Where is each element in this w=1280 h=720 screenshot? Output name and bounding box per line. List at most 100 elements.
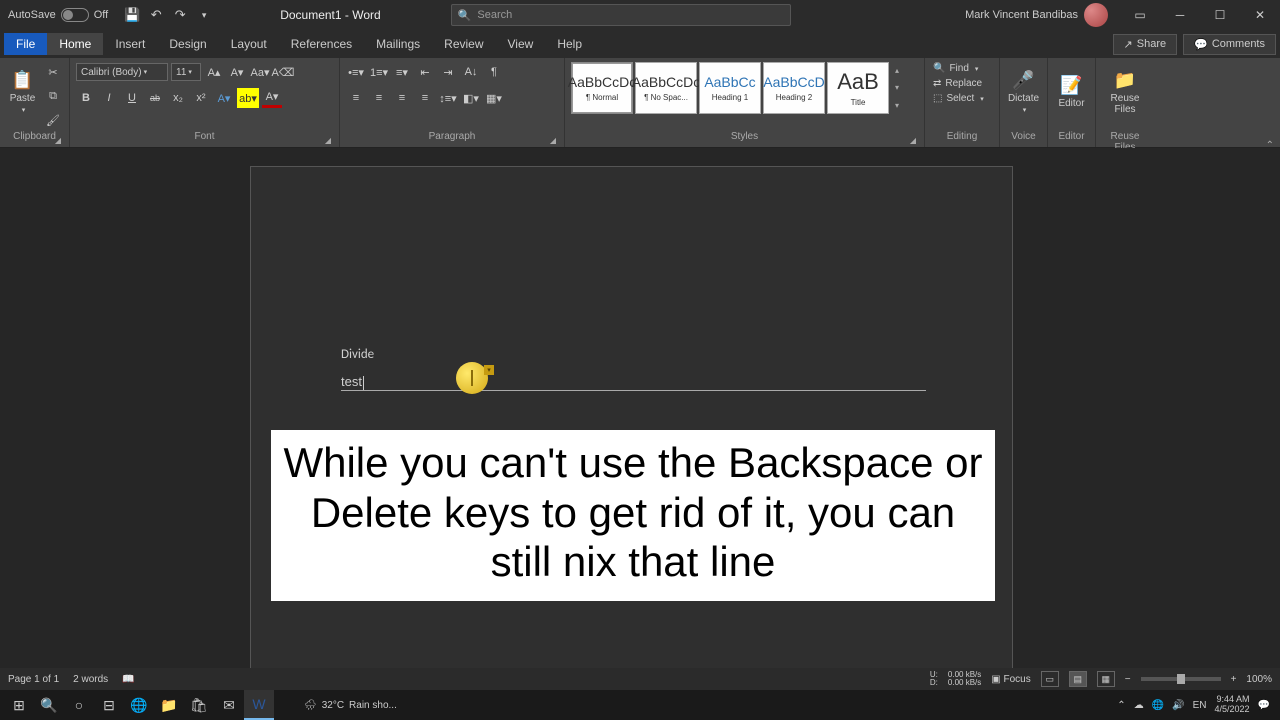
save-icon[interactable]: 💾 (124, 7, 140, 23)
share-button[interactable]: ↗Share (1113, 34, 1178, 55)
tray-chevron-icon[interactable]: ⌃ (1117, 700, 1125, 711)
web-layout-icon[interactable]: ▦ (1097, 671, 1115, 687)
zoom-out-icon[interactable]: − (1125, 674, 1131, 685)
subscript-button[interactable]: x₂ (168, 88, 188, 108)
page[interactable]: Divide test ▾ (250, 166, 1013, 692)
italic-button[interactable]: I (99, 88, 119, 108)
dictate-button[interactable]: 🎤Dictate▾ (1006, 62, 1041, 122)
style-nospacing[interactable]: AaBbCcDc¶ No Spac... (635, 62, 697, 114)
paste-button[interactable]: 📋 Paste ▾ (6, 62, 39, 122)
network-icon[interactable]: 🌐 (1152, 700, 1164, 711)
change-case-icon[interactable]: Aa▾ (250, 62, 270, 82)
line-spacing-icon[interactable]: ↕≡▾ (438, 88, 458, 108)
sort-icon[interactable]: A↓ (461, 62, 481, 82)
paragraph-launcher-icon[interactable]: ◢ (550, 136, 556, 145)
document-area[interactable]: Divide test ▾ (0, 148, 1280, 692)
print-layout-icon[interactable]: ▤ (1069, 671, 1087, 687)
multilevel-icon[interactable]: ≡▾ (392, 62, 412, 82)
strike-button[interactable]: ab (145, 88, 165, 108)
tab-view[interactable]: View (496, 33, 546, 55)
styles-more-icon[interactable]: ▴▾▾ (891, 62, 903, 114)
undo-icon[interactable]: ↶ (148, 7, 164, 23)
close-button[interactable]: ✕ (1240, 0, 1280, 30)
zoom-slider[interactable] (1141, 677, 1221, 681)
clear-format-icon[interactable]: A⌫ (273, 62, 293, 82)
style-heading1[interactable]: AaBbCcHeading 1 (699, 62, 761, 114)
cortana-icon[interactable]: ○ (64, 690, 94, 720)
numbering-icon[interactable]: 1≡▾ (369, 62, 389, 82)
redo-icon[interactable]: ↷ (172, 7, 188, 23)
shading-icon[interactable]: ◧▾ (461, 88, 481, 108)
grow-font-icon[interactable]: A▴ (204, 62, 224, 82)
paste-options-icon[interactable]: ▾ (484, 365, 494, 375)
underline-button[interactable]: U (122, 88, 142, 108)
tab-review[interactable]: Review (432, 33, 495, 55)
show-marks-icon[interactable]: ¶ (484, 62, 504, 82)
notifications-icon[interactable]: 💬 (1258, 700, 1270, 711)
reuse-files-button[interactable]: 📁Reuse Files (1102, 62, 1148, 122)
read-mode-icon[interactable]: ▭ (1041, 671, 1059, 687)
style-heading2[interactable]: AaBbCcDHeading 2 (763, 62, 825, 114)
bullets-icon[interactable]: •≡▾ (346, 62, 366, 82)
styles-launcher-icon[interactable]: ◢ (910, 136, 916, 145)
font-name-select[interactable]: Calibri (Body)▾ (76, 63, 168, 81)
align-left-icon[interactable]: ≡ (346, 88, 366, 108)
zoom-in-icon[interactable]: + (1231, 674, 1237, 685)
document-text-line1[interactable]: Divide (341, 347, 374, 362)
zoom-level[interactable]: 100% (1246, 674, 1272, 685)
word-count[interactable]: 2 words (73, 674, 108, 685)
tab-design[interactable]: Design (157, 33, 218, 55)
text-effects-icon[interactable]: A▾ (214, 88, 234, 108)
superscript-button[interactable]: x² (191, 88, 211, 108)
language-icon[interactable]: EN (1193, 700, 1207, 711)
page-count[interactable]: Page 1 of 1 (8, 674, 59, 685)
font-color-icon[interactable]: A▾ (262, 88, 282, 108)
tab-help[interactable]: Help (545, 33, 594, 55)
tab-insert[interactable]: Insert (103, 33, 157, 55)
tab-references[interactable]: References (279, 33, 364, 55)
clipboard-launcher-icon[interactable]: ◢ (55, 136, 61, 145)
task-view-icon[interactable]: ⊟ (94, 690, 124, 720)
spellcheck-icon[interactable]: 📖 (122, 674, 134, 685)
mail-icon[interactable]: ✉ (214, 690, 244, 720)
word-taskbar-icon[interactable]: W (244, 690, 274, 720)
styles-gallery[interactable]: AaBbCcDc¶ Normal AaBbCcDc¶ No Spac... Aa… (571, 62, 903, 114)
style-normal[interactable]: AaBbCcDc¶ Normal (571, 62, 633, 114)
ribbon-display-icon[interactable]: ▭ (1120, 0, 1160, 30)
maximize-button[interactable]: ☐ (1200, 0, 1240, 30)
editor-button[interactable]: 📝Editor (1054, 62, 1089, 122)
justify-icon[interactable]: ≡ (415, 88, 435, 108)
document-text-line2[interactable]: test (341, 374, 364, 390)
style-title[interactable]: AaBTitle (827, 62, 889, 114)
comments-button[interactable]: 💬Comments (1183, 34, 1276, 55)
align-center-icon[interactable]: ≡ (369, 88, 389, 108)
clock[interactable]: 9:44 AM 4/5/2022 (1215, 695, 1250, 715)
cut-icon[interactable]: ✂ (43, 62, 63, 82)
borders-icon[interactable]: ▦▾ (484, 88, 504, 108)
find-button[interactable]: 🔍Find▾ (931, 62, 986, 75)
avatar[interactable] (1084, 3, 1108, 27)
focus-mode-button[interactable]: ▣ Focus (991, 674, 1030, 685)
edge-icon[interactable]: 🌐 (124, 690, 154, 720)
font-launcher-icon[interactable]: ◢ (325, 136, 331, 145)
highlight-icon[interactable]: ab▾ (237, 88, 259, 108)
format-painter-icon[interactable]: 🖌 (43, 110, 63, 130)
qat-more-icon[interactable]: ▾ (196, 7, 212, 23)
align-right-icon[interactable]: ≡ (392, 88, 412, 108)
store-icon[interactable]: 🛍 (184, 690, 214, 720)
tab-layout[interactable]: Layout (219, 33, 279, 55)
tab-file[interactable]: File (4, 33, 47, 55)
select-button[interactable]: ⬚Select▾ (931, 92, 986, 105)
minimize-button[interactable]: ─ (1160, 0, 1200, 30)
shrink-font-icon[interactable]: A▾ (227, 62, 247, 82)
weather-widget[interactable]: 🌧 32°C Rain sho... (304, 700, 397, 711)
tab-home[interactable]: Home (47, 33, 103, 55)
increase-indent-icon[interactable]: ⇥ (438, 62, 458, 82)
autosave-toggle[interactable]: AutoSave Off (0, 8, 116, 22)
copy-icon[interactable]: ⧉ (43, 86, 63, 106)
replace-button[interactable]: ⇄Replace (931, 77, 986, 90)
search-taskbar-icon[interactable]: 🔍 (34, 690, 64, 720)
start-button[interactable]: ⊞ (4, 690, 34, 720)
onedrive-icon[interactable]: ☁ (1134, 700, 1144, 711)
search-input[interactable]: 🔍 Search (451, 4, 791, 26)
